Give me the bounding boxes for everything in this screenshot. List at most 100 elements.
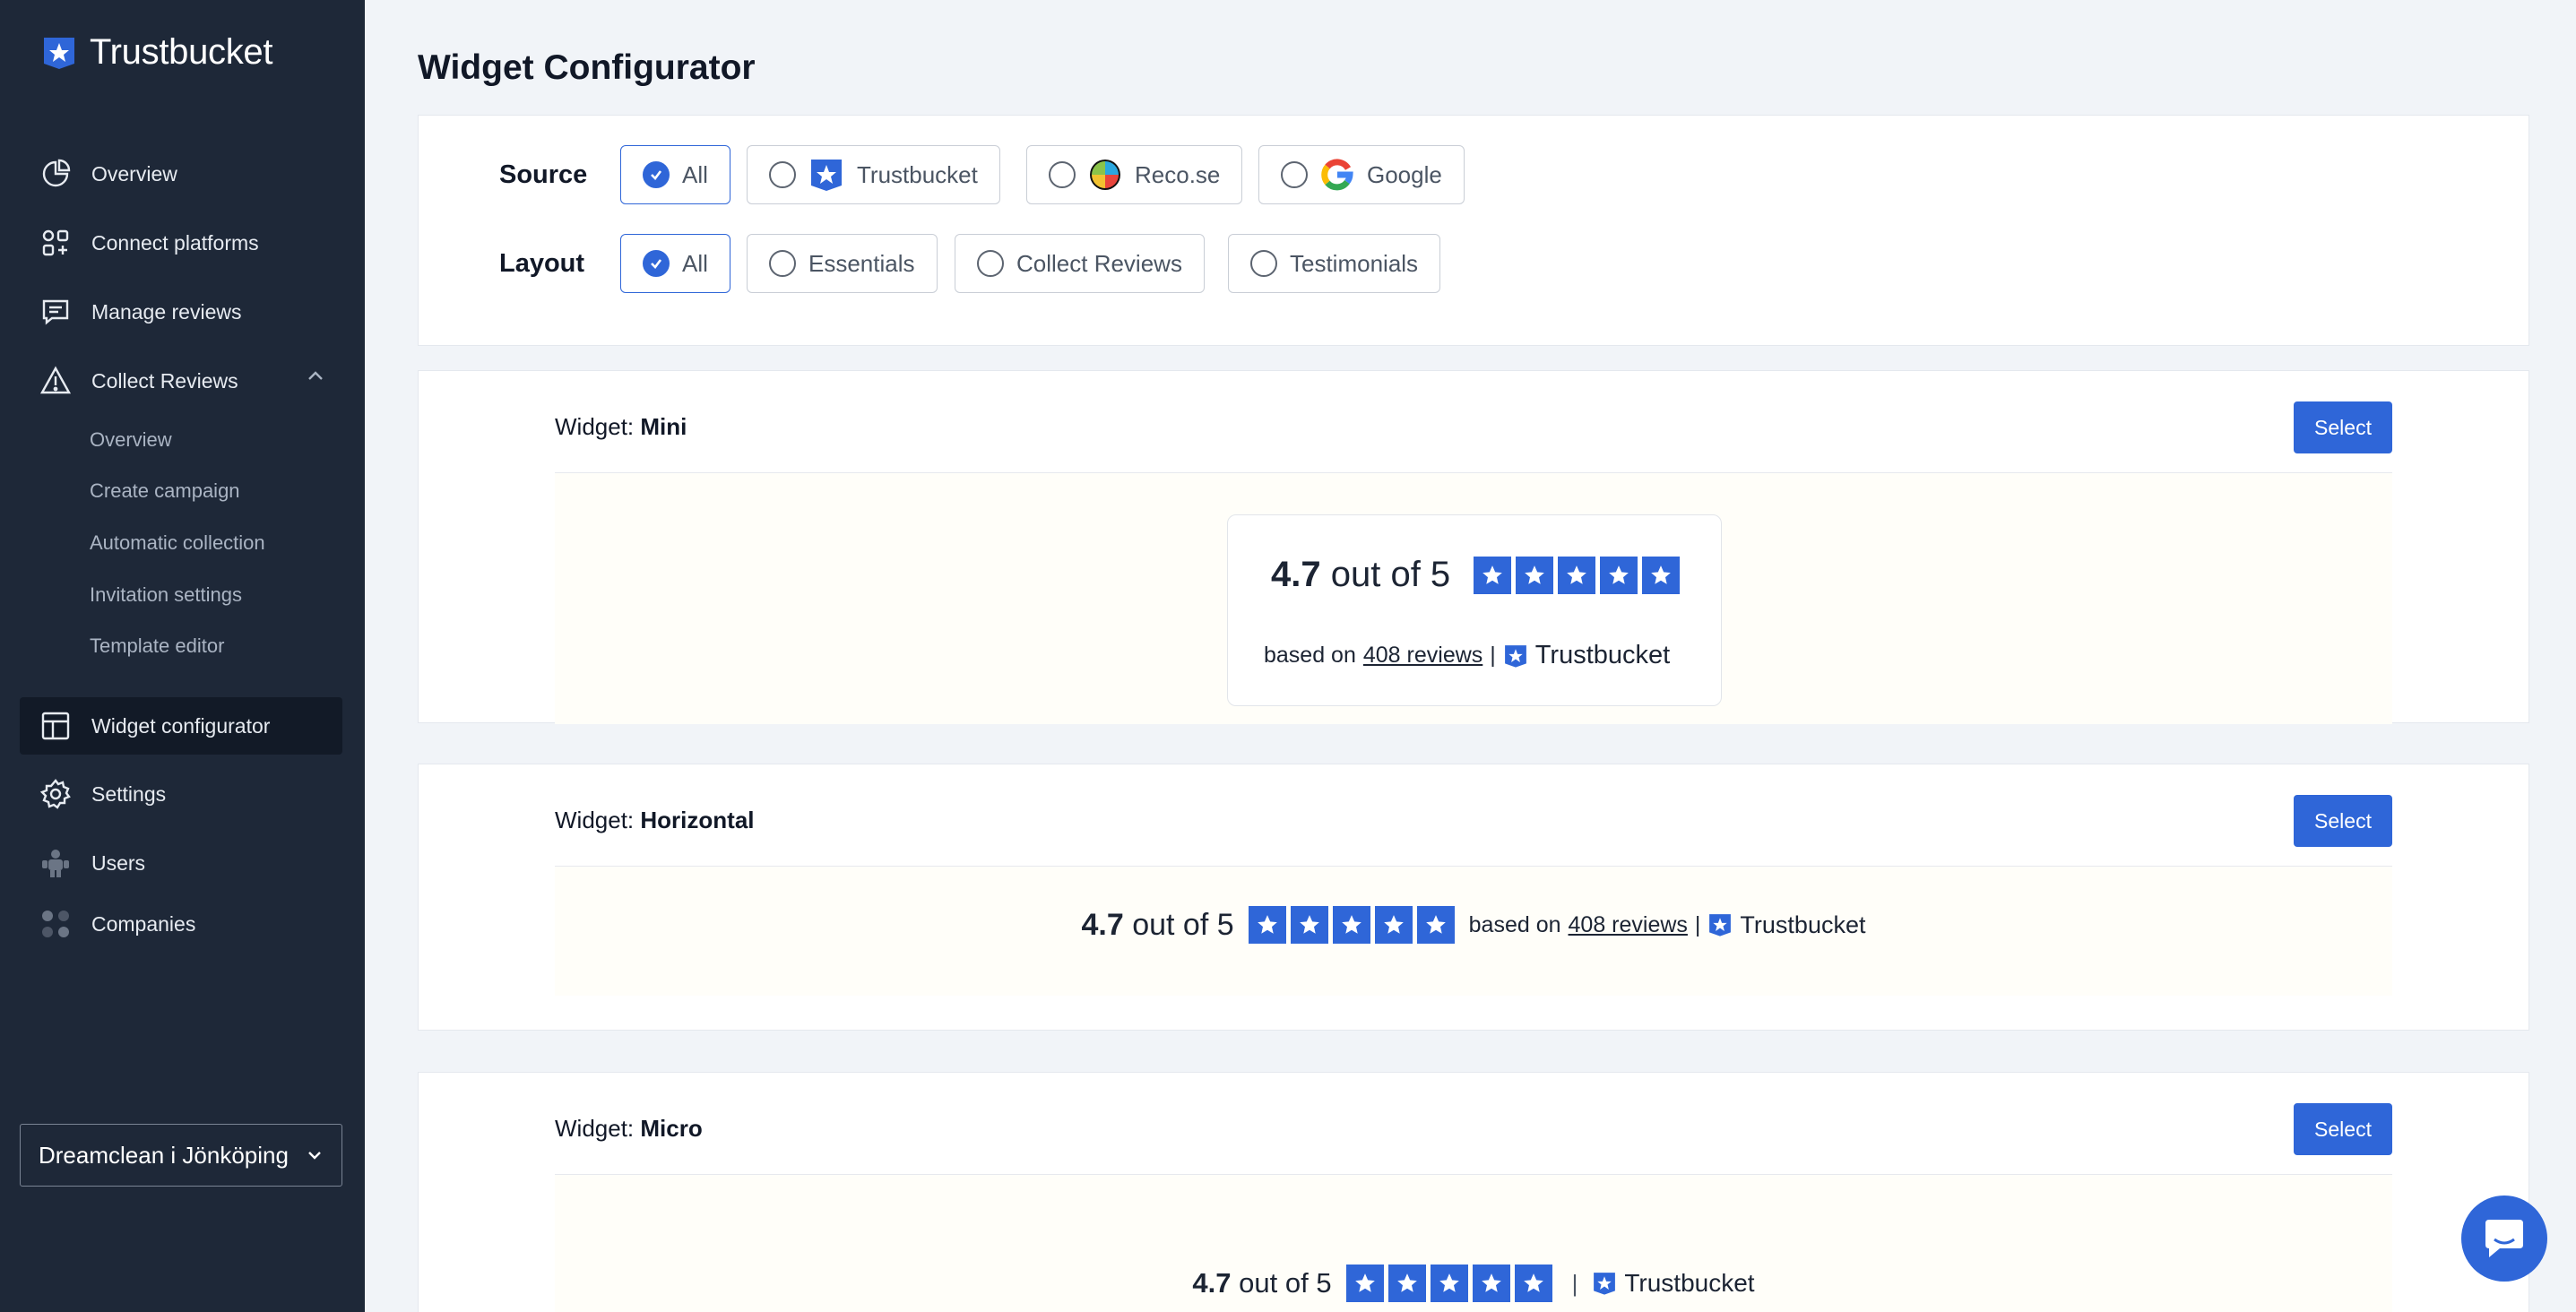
star-icon <box>1472 1265 1510 1302</box>
option-label: All <box>682 160 708 188</box>
widget-prefix: Widget: <box>555 807 635 833</box>
separator: | <box>1694 911 1701 937</box>
widget-card-mini: Widget: Mini Select 4.7 out of 5 based o… <box>418 370 2529 724</box>
page-title: Widget Configurator <box>418 48 756 87</box>
widget-card-micro: Widget: Micro Select 4.7 out of 5 | Trus… <box>418 1072 2529 1312</box>
trustbucket-logo-icon <box>1709 914 1732 937</box>
filter-card: Source All Trustbucket Reco.se Google La… <box>418 115 2529 346</box>
trustbucket-logo-icon <box>1504 644 1526 668</box>
layout-option-essentials[interactable]: Essentials <box>747 234 938 293</box>
sidebar-subitem-template-editor[interactable]: Template editor <box>90 634 224 658</box>
sidebar-item-widget-configurator[interactable]: Widget configurator <box>39 708 270 744</box>
trustbucket-logo: Trustbucket <box>1707 911 1865 939</box>
sidebar-subitem-create-campaign[interactable]: Create campaign <box>90 479 240 503</box>
radio-icon <box>769 161 796 188</box>
sidebar-item-users[interactable]: Users <box>39 845 145 881</box>
star-icon <box>1345 1265 1384 1302</box>
logo-text: Trustbucket <box>1624 1269 1755 1297</box>
sidebar-item-settings[interactable]: Settings <box>39 776 166 812</box>
star-icon <box>1642 556 1681 594</box>
sidebar-item-label: Collect Reviews <box>91 368 238 393</box>
star-rating <box>1474 556 1681 594</box>
chat-button[interactable] <box>2461 1195 2547 1282</box>
star-icon <box>1474 556 1512 594</box>
option-label: Reco.se <box>1135 160 1221 188</box>
triangle-alert-icon <box>39 365 72 397</box>
source-option-trustbucket[interactable]: Trustbucket <box>747 145 1000 204</box>
star-icon <box>1416 906 1455 944</box>
select-button[interactable]: Select <box>2294 1103 2392 1155</box>
option-label: Trustbucket <box>857 160 978 188</box>
check-icon <box>643 161 670 188</box>
reviews-link[interactable]: 408 reviews <box>1569 912 1688 938</box>
rating-score: 4.7 <box>1081 907 1124 942</box>
based-on-text: based on <box>1468 911 1561 937</box>
sidebar-item-collect-reviews[interactable]: Collect Reviews <box>39 363 238 399</box>
trustbucket-logo-icon <box>811 160 842 191</box>
star-icon <box>1290 906 1328 944</box>
sidebar-item-label: Widget configurator <box>91 713 271 738</box>
source-label: Source <box>499 160 588 189</box>
logo-text: Trustbucket <box>1740 911 1866 938</box>
micro-widget: 4.7 out of 5 | Trustbucket <box>555 1265 2392 1302</box>
widget-title: Widget: Horizontal <box>555 807 755 834</box>
company-select-value: Dreamclean i Jönköping <box>39 1141 289 1169</box>
brand-logo[interactable]: Trustbucket <box>41 32 272 73</box>
sidebar: Trustbucket Overview Connect platforms M… <box>0 0 365 1312</box>
star-icon <box>1248 906 1286 944</box>
rating-out-of: out of 5 <box>1330 555 1451 594</box>
widget-preview: 4.7 out of 5 based on 408 reviews | Trus… <box>555 473 2392 724</box>
select-button[interactable]: Select <box>2294 795 2392 847</box>
sidebar-item-label: Connect platforms <box>91 230 259 255</box>
sidebar-item-manage-reviews[interactable]: Manage reviews <box>39 294 241 330</box>
widget-name: Horizontal <box>640 807 755 833</box>
layout-label: Layout <box>499 249 585 278</box>
brand-name: Trustbucket <box>90 32 273 72</box>
star-icon <box>1332 906 1370 944</box>
rating-score: 4.7 <box>1271 555 1321 594</box>
radio-icon <box>1049 161 1076 188</box>
select-button[interactable]: Select <box>2294 401 2392 453</box>
rating-text: 4.7 out of 5 <box>1271 555 1450 595</box>
sidebar-item-label: Settings <box>91 781 167 806</box>
star-icon <box>1600 556 1638 594</box>
separator: | <box>1490 643 1496 668</box>
google-logo-icon <box>1321 159 1353 191</box>
star-icon <box>1374 906 1413 944</box>
rating-score: 4.7 <box>1192 1267 1232 1299</box>
widget-card-horizontal: Widget: Horizontal Select 4.7 out of 5 b… <box>418 764 2529 1031</box>
layout-option-collect-reviews[interactable]: Collect Reviews <box>955 234 1205 293</box>
chevron-up-icon[interactable] <box>306 366 325 385</box>
widget-name: Micro <box>640 1115 703 1142</box>
companies-icon <box>39 908 72 940</box>
sidebar-subitem-invitation-settings[interactable]: Invitation settings <box>90 583 242 607</box>
radio-icon <box>1250 250 1277 277</box>
layout-option-all[interactable]: All <box>620 234 730 293</box>
sidebar-item-connect-platforms[interactable]: Connect platforms <box>39 225 259 261</box>
radio-icon <box>977 250 1004 277</box>
rating-text: 4.7 out of 5 <box>1082 908 1234 943</box>
reco-logo-icon <box>1090 160 1120 190</box>
sidebar-item-label: Manage reviews <box>91 299 242 324</box>
layout-option-testimonials[interactable]: Testimonials <box>1228 234 1441 293</box>
chat-bubble-icon <box>2485 1220 2523 1257</box>
gear-icon <box>39 778 72 810</box>
sidebar-subitem-automatic-collection[interactable]: Automatic collection <box>90 531 265 555</box>
check-icon <box>643 250 670 277</box>
radio-icon <box>1281 161 1308 188</box>
reviews-link[interactable]: 408 reviews <box>1363 643 1482 669</box>
source-option-all[interactable]: All <box>620 145 730 204</box>
trustbucket-logo-icon <box>1594 1273 1616 1295</box>
company-select[interactable]: Dreamclean i Jönköping <box>20 1124 342 1187</box>
separator: | <box>1571 1269 1578 1297</box>
based-on-text: based on <box>1264 643 1356 668</box>
apps-grid-icon <box>39 227 72 259</box>
trustbucket-logo-icon <box>44 37 74 69</box>
source-option-google[interactable]: Google <box>1258 145 1465 204</box>
sidebar-item-overview[interactable]: Overview <box>39 156 177 192</box>
star-rating <box>1345 1265 1552 1302</box>
source-option-reco[interactable]: Reco.se <box>1026 145 1243 204</box>
sidebar-item-companies[interactable]: Companies <box>39 906 195 942</box>
sidebar-subitem-overview[interactable]: Overview <box>90 428 172 452</box>
message-icon <box>39 296 72 328</box>
